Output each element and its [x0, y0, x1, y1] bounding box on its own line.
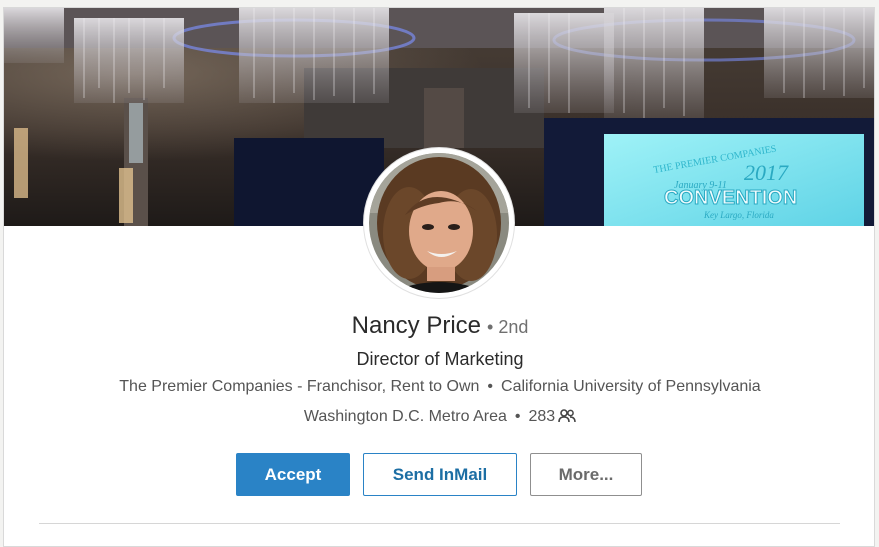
current-company[interactable]: The Premier Companies - Franchisor, Rent…: [119, 378, 479, 395]
profile-headline: Director of Marketing: [356, 349, 524, 369]
avatar[interactable]: [369, 153, 509, 293]
profile-photo: [369, 153, 509, 293]
location: Washington D.C. Metro Area: [303, 408, 507, 425]
company-education-row: The Premier Companies - Franchisor, Rent…: [4, 378, 874, 396]
people-icon[interactable]: [558, 409, 576, 428]
name-row: Nancy Price • 2nd: [4, 312, 874, 340]
divider: [39, 523, 840, 524]
profile-card: THE PREMIER COMPANIES January 9-11 2017 …: [3, 7, 875, 547]
screen-year-text: 2017: [744, 160, 789, 185]
screen-title-text: CONVENTION: [664, 187, 797, 209]
screen-place-text: Key Largo, Florida: [703, 210, 774, 220]
accept-button[interactable]: Accept: [236, 453, 350, 496]
send-inmail-button[interactable]: Send InMail: [363, 453, 517, 496]
education-school[interactable]: California University of Pennsylvania: [501, 378, 761, 395]
more-button[interactable]: More...: [530, 453, 642, 496]
profile-name: Nancy Price: [351, 312, 482, 339]
separator-dot: •: [487, 378, 494, 395]
separator-dot: •: [514, 408, 521, 425]
connection-degree: • 2nd: [487, 317, 529, 337]
connections-count[interactable]: 283: [528, 408, 555, 425]
location-connections-row: Washington D.C. Metro Area • 283: [4, 408, 874, 428]
